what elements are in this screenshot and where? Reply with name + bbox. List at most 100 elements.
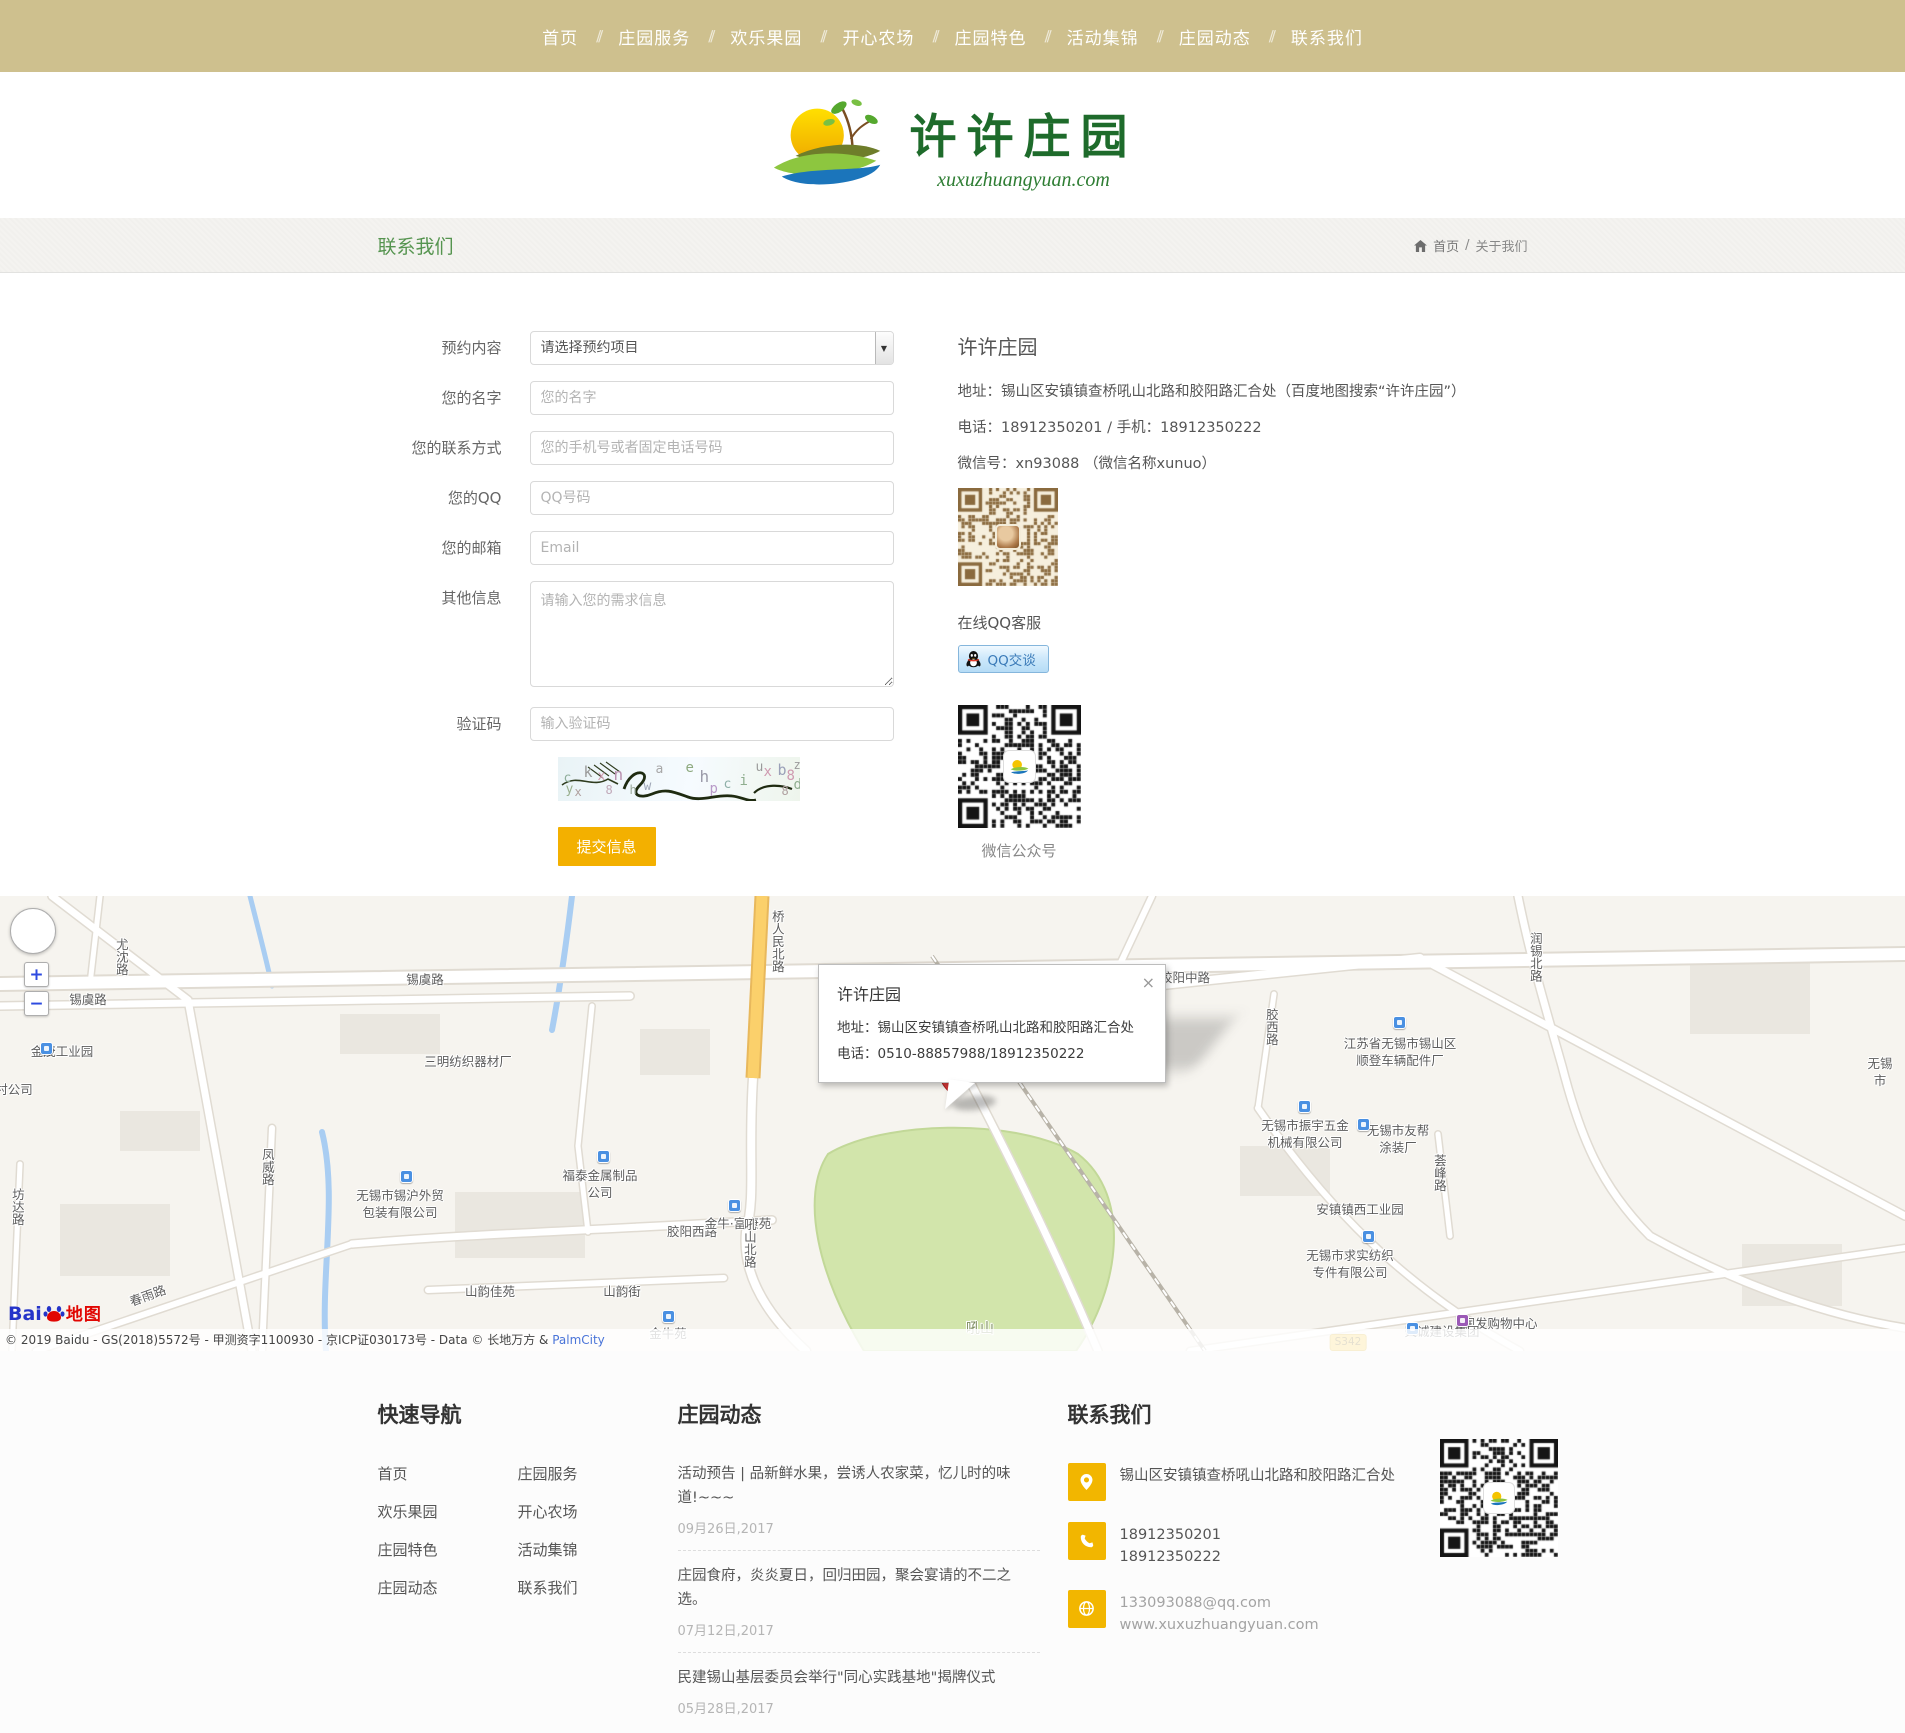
footer-link-6[interactable]: 活动集锦 [518,1539,658,1560]
nav-item-8[interactable]: 联系我们 [1275,24,1379,49]
captcha-letter: x [764,764,772,780]
breadcrumb-home-link[interactable]: 首页 [1433,236,1459,255]
nav-item-2[interactable]: 庄园服务 [602,24,706,49]
map-label: 荟峰路 [1430,1154,1447,1192]
news-item-title[interactable]: 民建锡山基层委员会举行"同心实践基地"揭牌仪式 [678,1667,1040,1691]
nav-separator: ∕∕ [594,27,602,45]
baidu-map[interactable]: 尤沈路锡虞路锡虞路金茂工业园村公司三明纺织器材厂桥人民北路福泰金属制品 公司无锡… [0,896,1905,1351]
captcha-letter: b [778,761,787,779]
form-input-5[interactable] [530,531,894,565]
map-label: 锡虞路 [69,992,107,1009]
qq-chat-button[interactable]: QQ交谈 [958,645,1049,673]
news-item-title[interactable]: 活动预告 | 品新鲜水果，尝诱人农家菜，忆儿时的味道!~~~ [678,1463,1040,1511]
map-poi-icon[interactable] [662,1310,675,1323]
map-zoom-in-button[interactable]: + [24,962,49,987]
nav-item-1[interactable]: 首页 [526,24,594,49]
footer-contact: 联系我们 锡山区安镇镇查桥吼山北路和胶阳路汇合处 18912350201 189… [1068,1399,1428,1731]
footer-link-4[interactable]: 开心农场 [518,1501,658,1522]
map-poi-icon[interactable] [400,1170,413,1183]
news-item-title[interactable]: 庄园食府，炎炎夏日，回归田园，聚会宴请的不二之选。 [678,1565,1040,1613]
news-item: 庄园食府，炎炎夏日，回归田园，聚会宴请的不二之选。07月12日,2017 [678,1565,1040,1653]
form-input-7[interactable] [530,707,894,741]
map-label: 江苏省无锡市锡山区 顺登车辆配件厂 [1344,1036,1457,1070]
map-label: 无锡市友帮 涂装厂 [1367,1123,1430,1157]
captcha-image[interactable]: ckxnyx8hwaehpciuxb8zd8 [558,757,800,801]
submit-button[interactable]: 提交信息 [558,827,656,866]
booking-type-select[interactable]: 请选择预约项目 [530,331,894,365]
footer-link-5[interactable]: 庄园特色 [378,1539,518,1560]
captcha-letter: a [656,762,664,777]
qq-chat-button-label: QQ交谈 [988,649,1036,669]
map-label: 凤威路 [258,1148,275,1186]
infowindow-close-icon[interactable]: × [1142,973,1155,992]
form-input-3[interactable] [530,431,894,465]
footer-link-1[interactable]: 首页 [378,1463,518,1484]
infowindow-pointer [945,1079,975,1112]
map-poi-icon[interactable] [597,1150,610,1163]
main-content: 预约内容请选择预约项目▼您的名字您的联系方式您的QQ您的邮箱其他信息验证码 ck… [0,273,1905,896]
site-logo[interactable]: 许许庄园 xuxuzhuangyuan.com [768,95,1138,195]
map-poi-icon[interactable] [1298,1100,1311,1113]
nav-separator: ∕∕ [706,27,714,45]
infowindow-title: 许许庄园 [837,981,1147,1005]
map-poi-icon[interactable] [1362,1230,1375,1243]
footer: 快速导航 首页庄园服务欢乐果园开心农场庄园特色活动集锦庄园动态联系我们 庄园动态… [0,1351,1905,1733]
info-wechat: 微信号：xn93088 （微信名称xunuo） [958,452,1523,473]
nav-item-5[interactable]: 庄园特色 [939,24,1043,49]
footer-website[interactable]: www.xuxuzhuangyuan.com [1120,1614,1319,1636]
page-title: 联系我们 [378,232,454,259]
map-poi-icon[interactable] [728,1199,741,1212]
baidu-paw-icon [42,1301,66,1325]
footer-link-3[interactable]: 欢乐果园 [378,1501,518,1522]
map-poi-icon[interactable] [1393,1016,1406,1029]
form-input-2[interactable] [530,381,894,415]
footer-link-7[interactable]: 庄园动态 [378,1577,518,1598]
form-label-7: 验证码 [378,707,530,741]
site-title: 许许庄园 [910,98,1138,167]
footer-contact-title: 联系我们 [1068,1399,1428,1429]
palmcity-link[interactable]: PalmCity [552,1333,605,1347]
nav-item-6[interactable]: 活动集锦 [1051,24,1155,49]
breadcrumb: 首页 / 关于我们 [1414,236,1527,255]
captcha-letter: u [756,760,764,775]
globe-icon [1068,1590,1106,1628]
map-poi-icon[interactable] [1357,1118,1370,1131]
footer-link-8[interactable]: 联系我们 [518,1577,658,1598]
map-label: 无锡市求实纺织 专件有限公司 [1306,1248,1394,1282]
map-label: 山韵佳苑 [465,1284,515,1301]
footer-web: 133093088@qq.com www.xuxuzhuangyuan.com [1120,1590,1319,1637]
nav-item-3[interactable]: 欢乐果园 [714,24,818,49]
map-poi-icon[interactable] [40,1042,53,1055]
message-textarea[interactable] [530,581,894,687]
captcha-letter: e [686,760,694,776]
footer-link-2[interactable]: 庄园服务 [518,1463,658,1484]
map-poi-icon[interactable] [1456,1314,1469,1327]
form-label-5: 您的邮箱 [378,531,530,565]
news-item: 活动预告 | 品新鲜水果，尝诱人农家菜，忆儿时的味道!~~~ 09月26日,201… [678,1463,1040,1551]
footer-address: 锡山区安镇镇查桥吼山北路和胶阳路汇合处 [1120,1463,1400,1501]
map-zoom-out-button[interactable]: − [24,991,49,1016]
contact-info-panel: 许许庄园 地址：锡山区安镇镇查桥吼山北路和胶阳路汇合处（百度地图搜索“许许庄园”… [958,331,1523,866]
qq-service-label: 在线QQ客服 [958,612,1523,633]
nav-item-4[interactable]: 开心农场 [826,24,930,49]
nav-separator: ∕∕ [1043,27,1051,45]
captcha-letter: 8 [606,783,613,797]
info-title: 许许庄园 [958,331,1523,360]
news-item-date: 09月26日,2017 [678,1518,1040,1537]
footer-news-title: 庄园动态 [678,1399,1040,1429]
form-label-2: 您的名字 [378,381,530,415]
footer-quick-nav: 快速导航 首页庄园服务欢乐果园开心农场庄园特色活动集锦庄园动态联系我们 [378,1399,678,1731]
map-label: 桥人民北路 [768,910,785,973]
footer-phones: 18912350201 18912350222 [1120,1522,1221,1569]
captcha-letter: d [794,777,800,793]
map-label: 胶西路 [1262,1008,1279,1046]
breadcrumb-divider: / [1465,238,1469,253]
form-input-4[interactable] [530,481,894,515]
nav-item-7[interactable]: 庄园动态 [1163,24,1267,49]
baidu-logo-text-2: 地图 [66,1300,102,1325]
map-label: 无锡市 [1868,1056,1893,1090]
map-pan-control[interactable] [10,908,56,954]
farm-logo-icon [768,95,896,195]
info-phone: 电话：18912350201 / 手机：18912350222 [958,416,1523,437]
footer-qr-center-logo [1483,1482,1515,1514]
